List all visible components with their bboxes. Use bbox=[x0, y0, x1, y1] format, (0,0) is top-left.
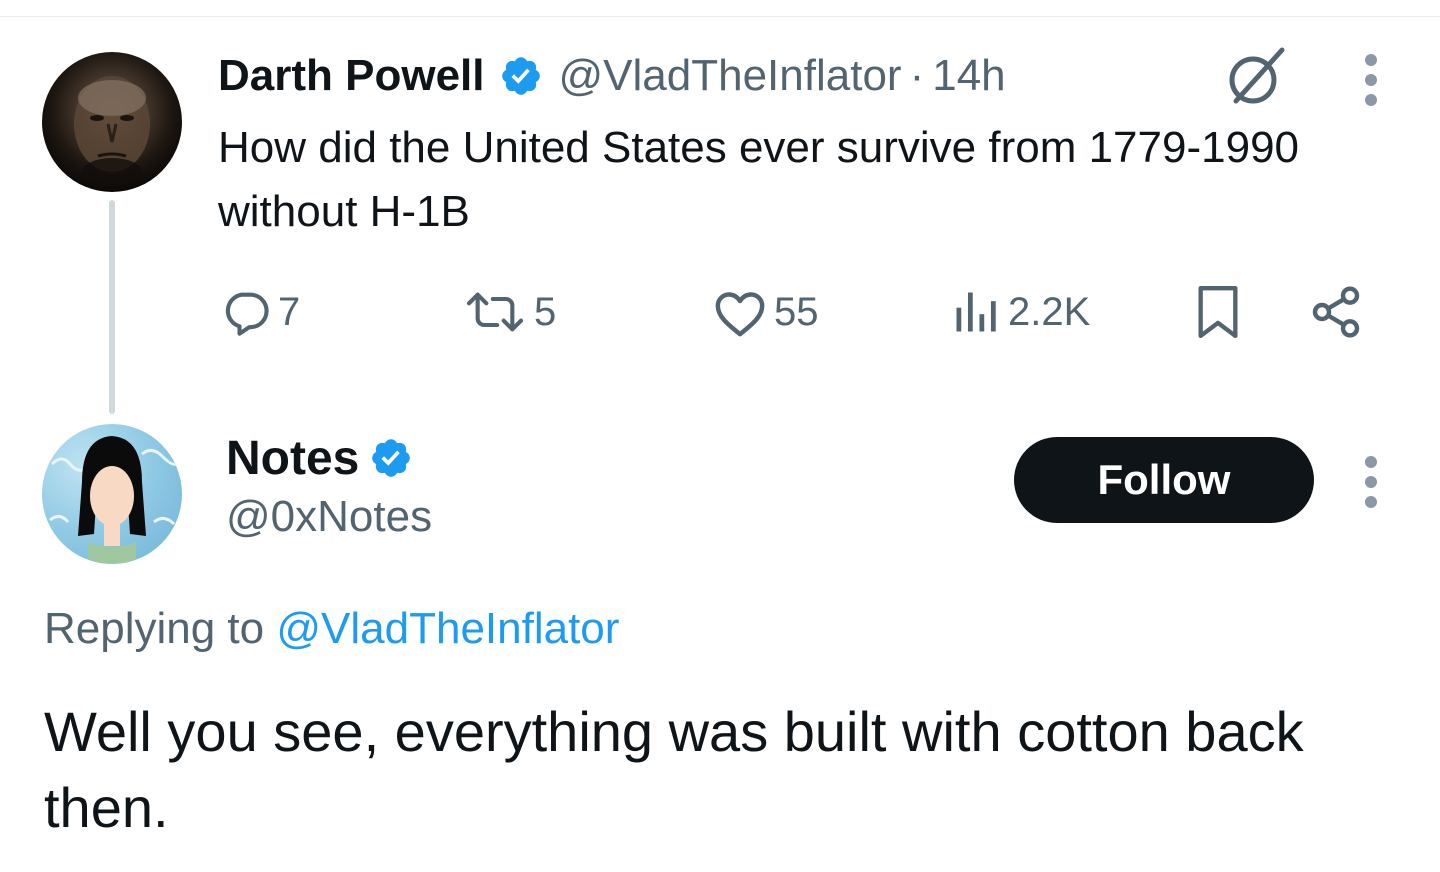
avatar[interactable] bbox=[42, 52, 182, 192]
like-button[interactable]: 55 bbox=[712, 282, 819, 342]
more-icon[interactable] bbox=[1362, 456, 1380, 508]
share-button[interactable] bbox=[1308, 282, 1364, 342]
retweet-button[interactable]: 5 bbox=[462, 282, 556, 342]
handle[interactable]: @0xNotes bbox=[226, 492, 432, 542]
reply-author-row: Notes bbox=[226, 430, 429, 486]
handle[interactable]: @VladTheInflator bbox=[559, 51, 902, 101]
share-icon bbox=[1312, 286, 1360, 338]
avatar[interactable] bbox=[42, 424, 182, 564]
thread-line bbox=[109, 200, 115, 414]
separator-dot: · bbox=[909, 51, 925, 100]
replying-to: Replying to @VladTheInflator bbox=[44, 604, 619, 654]
reply-count: 7 bbox=[278, 289, 301, 334]
grok-icon[interactable] bbox=[1222, 44, 1288, 110]
reply-button[interactable]: 7 bbox=[220, 282, 300, 342]
bookmark-button[interactable] bbox=[1192, 282, 1244, 342]
top-divider bbox=[0, 16, 1440, 17]
display-name[interactable]: Notes bbox=[226, 431, 359, 486]
retweet-icon bbox=[466, 292, 524, 332]
verified-icon bbox=[372, 439, 411, 477]
reply-icon bbox=[225, 292, 269, 336]
timestamp[interactable]: 14h bbox=[932, 51, 1005, 101]
bookmark-icon bbox=[1198, 285, 1238, 338]
replying-to-mention[interactable]: @VladTheInflator bbox=[276, 604, 619, 653]
tweet-header: Darth Powell @VladTheInflator · 14h bbox=[218, 48, 1006, 104]
more-icon[interactable] bbox=[1362, 54, 1380, 106]
portrait-avatar-image bbox=[74, 76, 150, 186]
replying-to-label: Replying to bbox=[44, 604, 277, 653]
views-count: 2.2K bbox=[1008, 289, 1091, 334]
follow-button[interactable]: Follow bbox=[1014, 437, 1314, 523]
views-icon bbox=[956, 292, 996, 332]
display-name[interactable]: Darth Powell bbox=[218, 51, 485, 101]
like-icon bbox=[715, 292, 765, 337]
tweet-text: How did the United States ever survive f… bbox=[218, 123, 1300, 236]
retweet-count: 5 bbox=[534, 289, 557, 334]
views-button[interactable]: 2.2K bbox=[950, 282, 1090, 342]
like-count: 55 bbox=[774, 289, 819, 334]
verified-icon bbox=[501, 57, 540, 95]
reply-text: Well you see, everything was built with … bbox=[44, 700, 1304, 839]
cartoon-avatar-image bbox=[49, 436, 177, 564]
